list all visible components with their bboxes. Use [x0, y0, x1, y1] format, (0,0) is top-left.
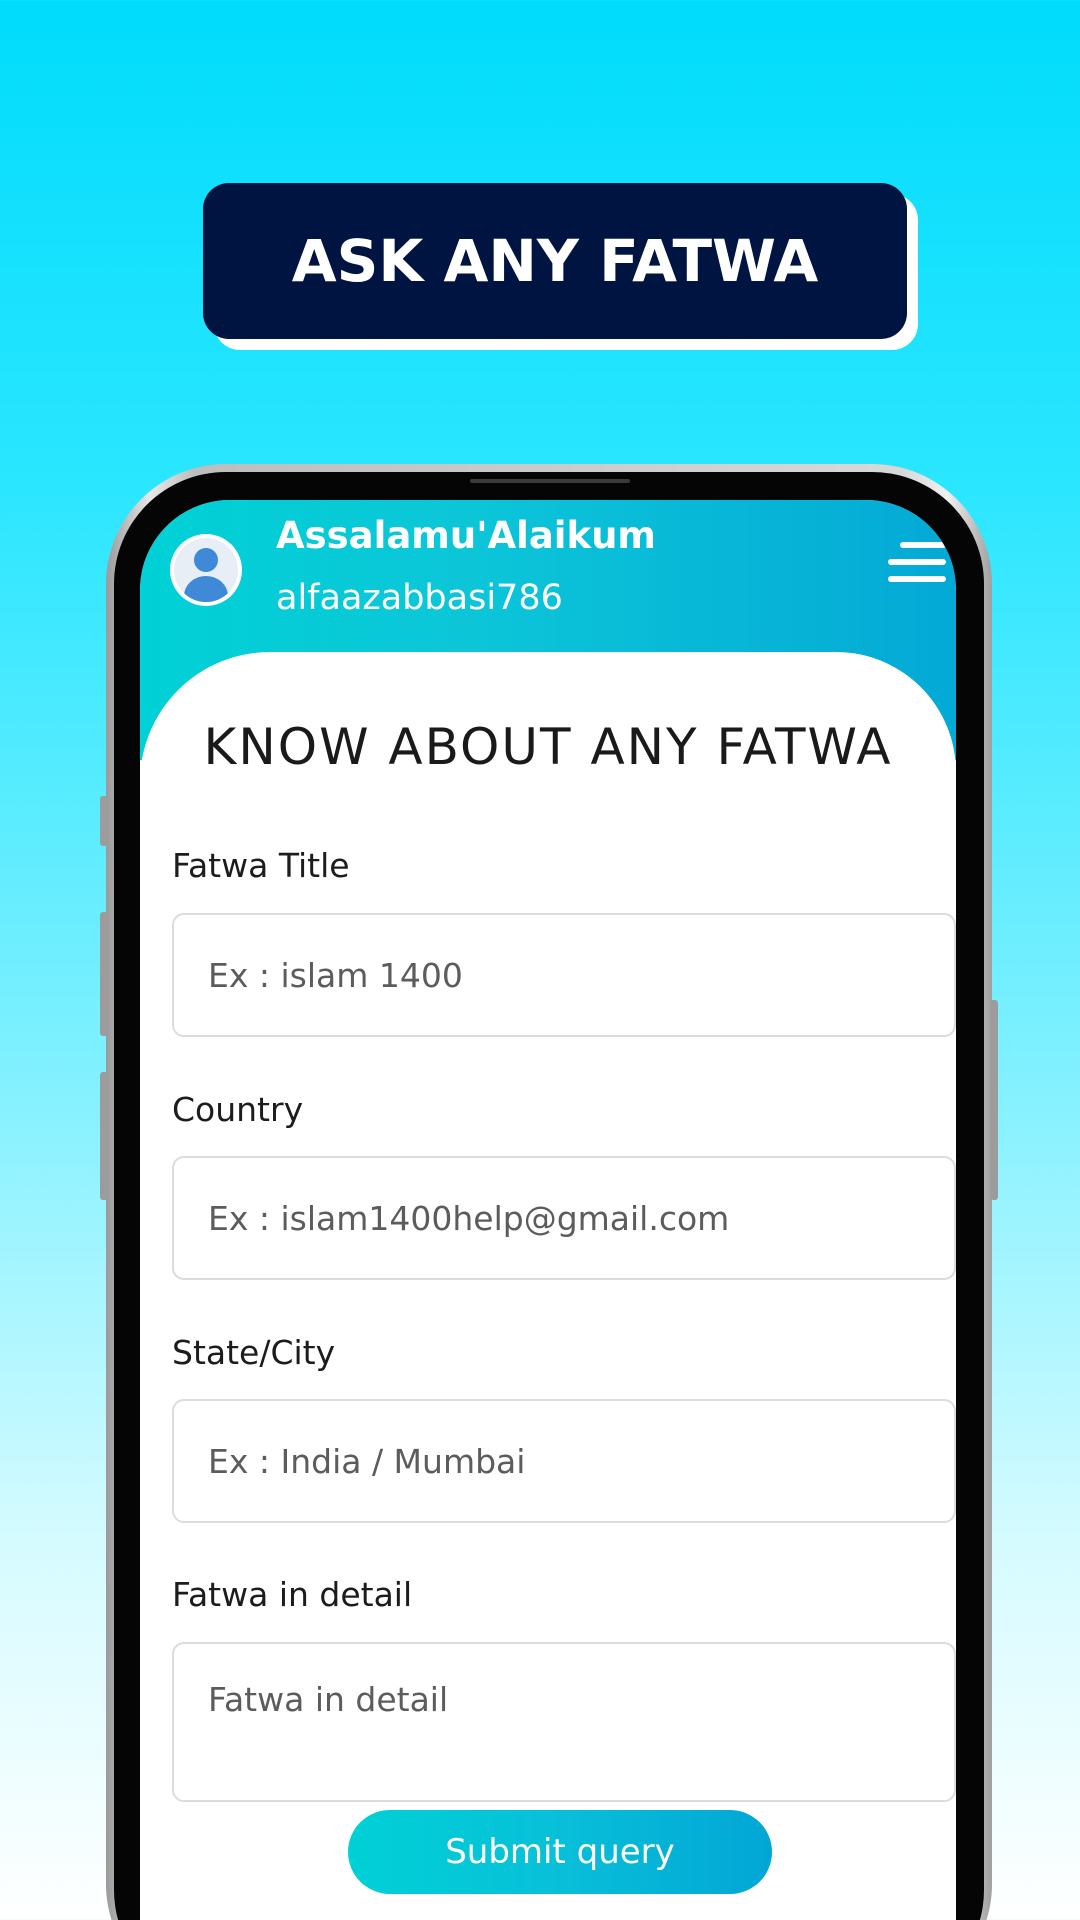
phone-side-button	[990, 1000, 998, 1200]
country-input[interactable]	[172, 1156, 956, 1280]
phone-speaker	[470, 479, 630, 483]
promo-banner: ASK ANY FATWA	[203, 183, 907, 339]
username-text: alfaazabbasi786	[276, 578, 563, 618]
phone-side-button	[100, 1072, 108, 1200]
state-city-input[interactable]	[172, 1399, 956, 1523]
form-title: KNOW ABOUT ANY FATWA	[203, 718, 893, 776]
fatwa-detail-textarea[interactable]	[172, 1642, 956, 1802]
fatwa-title-input[interactable]	[172, 913, 956, 1037]
fatwa-title-label: Fatwa Title	[172, 846, 350, 885]
phone-screen: Assalamu'Alaikum alfaazabbasi786 KNOW AB…	[140, 500, 956, 1920]
greeting-text: Assalamu'Alaikum	[276, 514, 656, 557]
fatwa-detail-label: Fatwa in detail	[172, 1575, 413, 1614]
phone-side-button	[100, 796, 108, 846]
avatar[interactable]	[170, 534, 242, 606]
avatar-icon	[174, 538, 238, 602]
hamburger-menu-icon[interactable]	[888, 542, 946, 586]
state-city-label: State/City	[172, 1333, 336, 1372]
country-label: Country	[172, 1090, 304, 1129]
banner-title: ASK ANY FATWA	[291, 227, 819, 295]
submit-query-button[interactable]: Submit query	[348, 1810, 772, 1894]
phone-side-button	[100, 912, 108, 1036]
